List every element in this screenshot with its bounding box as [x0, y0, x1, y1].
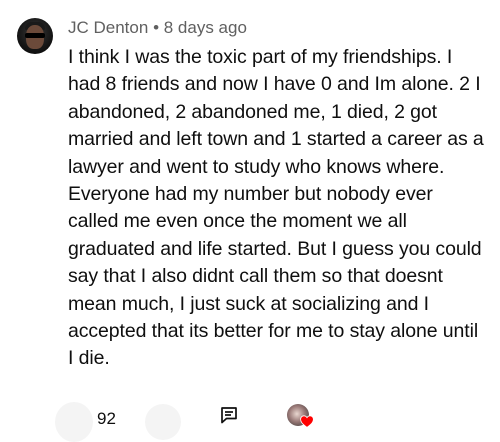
like-count: 92 — [97, 409, 116, 428]
reply-comment-icon[interactable] — [220, 406, 238, 424]
comment-time[interactable]: 8 days ago — [164, 18, 247, 37]
header-separator: • — [153, 18, 160, 37]
comment-actions: 92 — [0, 396, 500, 442]
comment-header: JC Denton • 8 days ago — [68, 17, 247, 39]
creator-heart-icon — [300, 415, 314, 428]
dislike-button[interactable] — [145, 404, 181, 440]
like-button[interactable] — [55, 402, 93, 442]
comment-text: I think I was the toxic part of my frien… — [68, 46, 484, 370]
author-avatar[interactable] — [17, 18, 53, 54]
creator-heart — [287, 404, 317, 434]
author-name[interactable]: JC Denton — [68, 18, 148, 37]
avatar-sunglasses — [25, 33, 45, 38]
comment: JC Denton • 8 days ago I think I was the… — [0, 0, 500, 442]
